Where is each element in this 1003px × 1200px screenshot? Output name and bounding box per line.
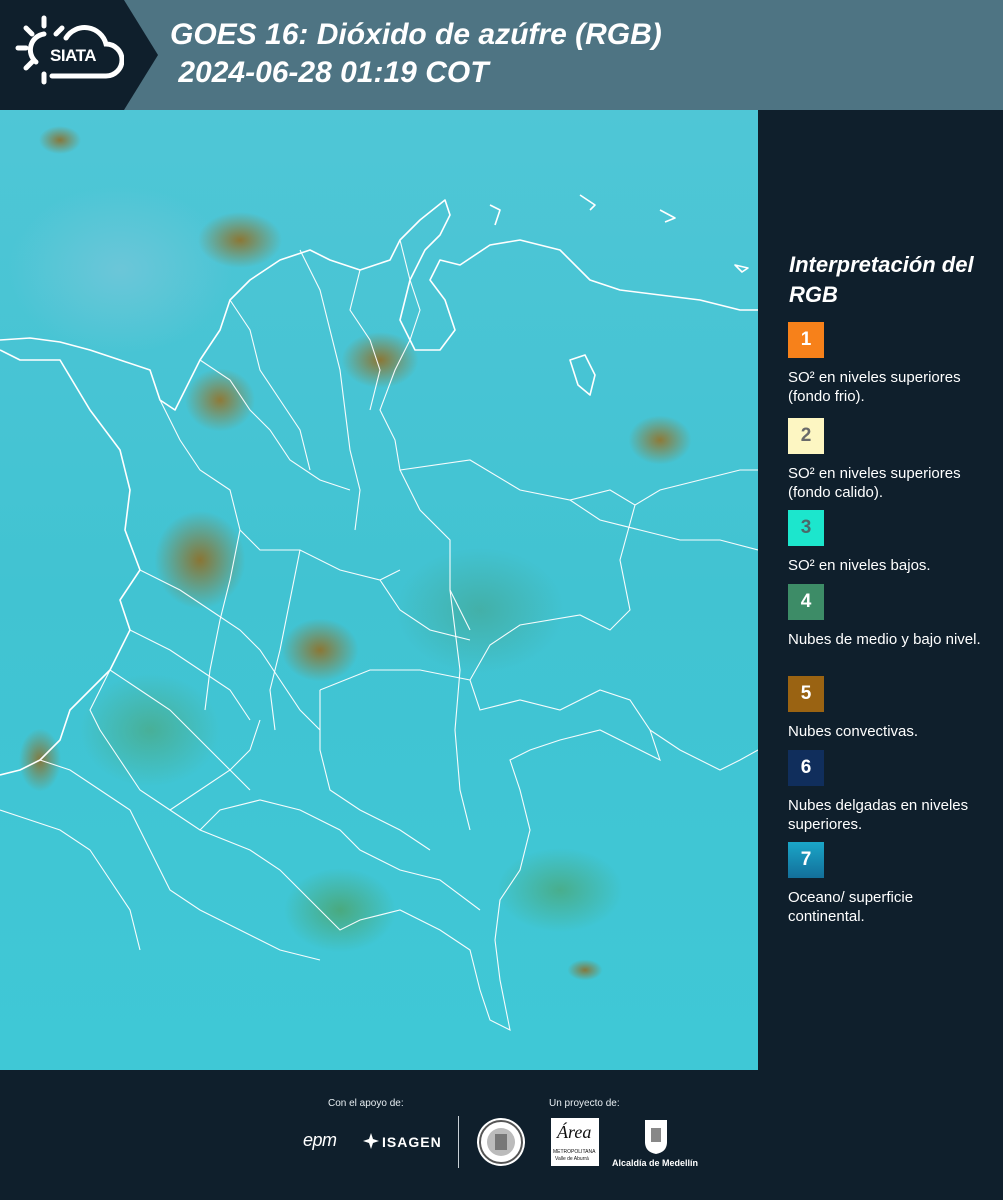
boundary-lines [0, 194, 758, 1031]
legend-item-6: 6 Nubes delgadas en niveles superiores. [788, 750, 988, 834]
legend-item-5: 5 Nubes convectivas. [788, 676, 988, 741]
footer-sponsors: Con el apoyo de: Un proyecto de: epm ISA… [0, 1070, 1003, 1200]
legend-text-4: Nubes de medio y bajo nivel. [788, 631, 981, 648]
title-line-2: 2024-06-28 01:19 COT [170, 56, 489, 89]
legend-swatch-7: 7 [788, 842, 824, 878]
legend-item-1: 1 SO² en niveles superiores (fondo frio)… [788, 322, 988, 406]
legend-panel: Interpretación del RGB 1 SO² en niveles … [758, 110, 1003, 1070]
legend-text-2: SO² en niveles superiores (fondo calido)… [788, 465, 961, 501]
legend-title: Interpretación del RGB [789, 252, 974, 307]
legend-swatch-6: 6 [788, 750, 824, 786]
siata-logo: SIATA [0, 0, 158, 110]
title-line-1: GOES 16: Dióxido de azúfre (RGB) [170, 18, 662, 51]
legend-text-6: Nubes delgadas en niveles superiores. [788, 797, 969, 833]
legend-item-4: 4 Nubes de medio y bajo nivel. [788, 584, 988, 649]
project-label: Un proyecto de: [549, 1098, 620, 1109]
legend-swatch-1: 1 [788, 322, 824, 358]
legend-text-7: Oceano/ superficie continental. [788, 889, 914, 925]
area-logo-sub1: METROPOLITANA [553, 1149, 596, 1155]
isagen-star-icon [363, 1133, 379, 1149]
legend-swatch-2: 2 [788, 418, 824, 454]
medellin-seal-icon [477, 1118, 525, 1166]
footer-divider [458, 1116, 459, 1168]
legend-swatch-5: 5 [788, 676, 824, 712]
epm-logo: epm [303, 1130, 337, 1150]
legend-text-5: Nubes convectivas. [788, 723, 919, 740]
alcaldia-label: Alcaldía de Medellín [612, 1158, 699, 1168]
medellin-shield-icon [645, 1120, 667, 1154]
area-metropolitana-logo: Área METROPOLITANA Valle de Aburrá [551, 1118, 599, 1166]
legend-item-7: 7 Oceano/ superficie continental. [788, 842, 988, 926]
header-bar: SIATA GOES 16: Dióxido de azúfre (RGB) 2… [0, 0, 1003, 110]
legend-item-3: 3 SO² en niveles bajos. [788, 510, 988, 575]
legend-item-2: 2 SO² en niveles superiores (fondo calid… [788, 418, 988, 502]
logo-text: SIATA [50, 46, 96, 65]
support-label: Con el apoyo de: [328, 1098, 404, 1109]
legend-text-1: SO² en niveles superiores (fondo frio). [788, 369, 961, 405]
isagen-logo: ISAGEN [382, 1134, 442, 1150]
satellite-map [0, 110, 758, 1070]
legend-swatch-3: 3 [788, 510, 824, 546]
legend-swatch-4: 4 [788, 584, 824, 620]
area-logo-sub2: Valle de Aburrá [555, 1156, 589, 1162]
page-title: GOES 16: Dióxido de azúfre (RGB) 2024-06… [170, 16, 662, 92]
legend-text-3: SO² en niveles bajos. [788, 557, 931, 574]
area-logo-name: Área [557, 1122, 592, 1142]
